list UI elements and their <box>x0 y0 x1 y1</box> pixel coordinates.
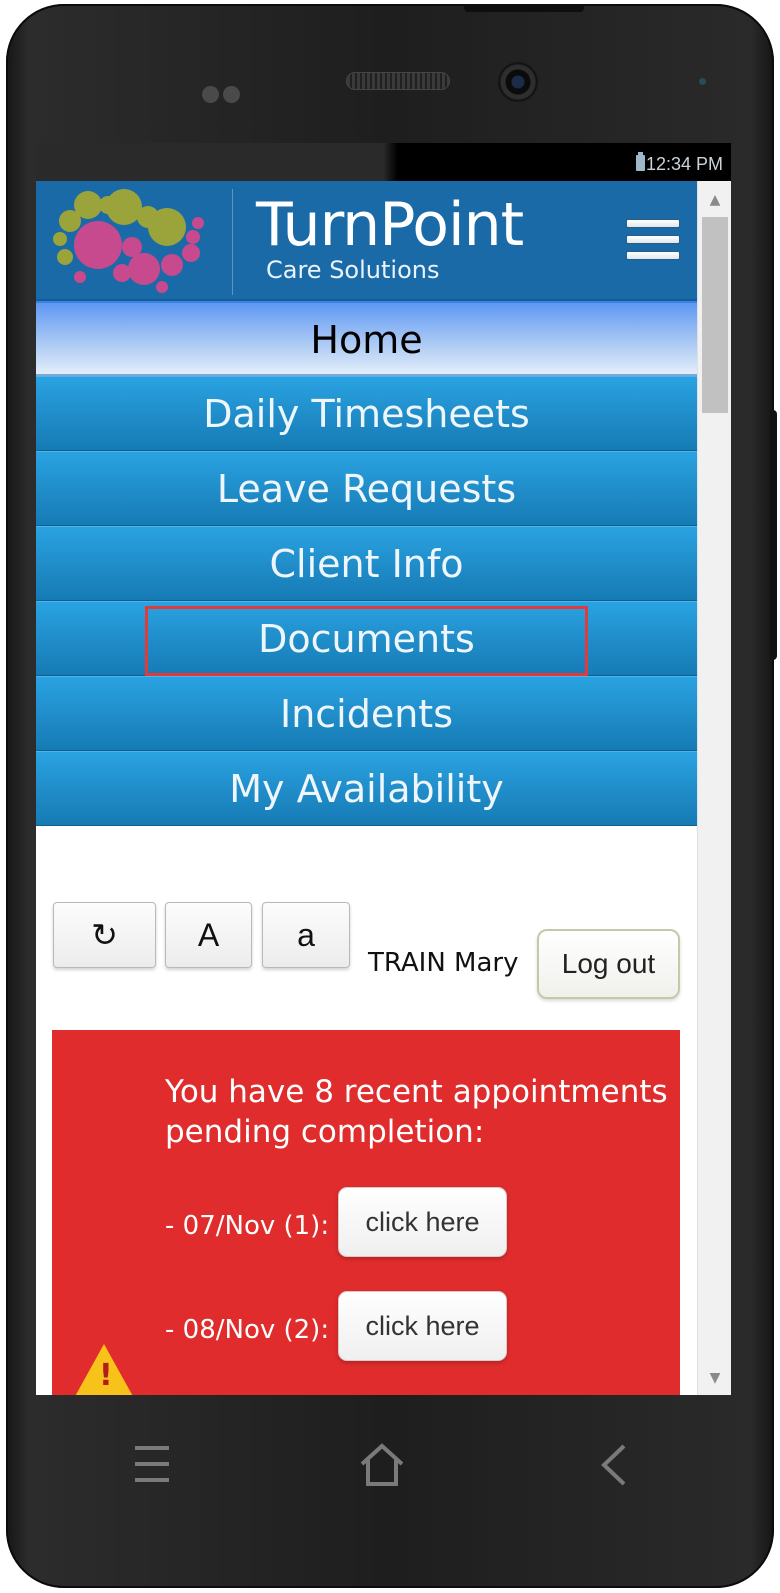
menu-item-label: Client Info <box>269 542 464 586</box>
main-menu: Home Daily Timesheets Leave Requests Cli… <box>36 301 697 826</box>
menu-item-my-availability[interactable]: My Availability <box>36 751 697 826</box>
menu-item-label: My Availability <box>229 767 504 811</box>
back-icon[interactable] <box>586 1440 646 1490</box>
proximity-sensor <box>699 78 706 85</box>
username: TRAIN Mary <box>368 948 519 978</box>
pending-appointments-alert: You have 8 recent appointments pending c… <box>52 1030 680 1395</box>
menu-item-label: Home <box>310 318 423 362</box>
menu-item-home[interactable]: Home <box>36 301 697 376</box>
earpiece-speaker <box>346 72 450 90</box>
warning-icon <box>73 1344 135 1395</box>
status-bar: 12:34 PM <box>36 143 731 181</box>
scrollbar[interactable]: ▲ ▼ <box>697 181 731 1395</box>
turnpoint-logo-icon <box>53 189 204 293</box>
menu-item-leave-requests[interactable]: Leave Requests <box>36 451 697 526</box>
logout-button[interactable]: Log out <box>537 929 680 999</box>
refresh-button[interactable]: ↻ <box>53 902 156 968</box>
menu-item-label: Documents <box>145 606 588 676</box>
click-here-button[interactable]: click here <box>338 1187 507 1257</box>
page-content: TurnPoint Care Solutions Home Daily Time… <box>36 181 697 1395</box>
menu-item-documents[interactable]: Documents <box>36 601 697 676</box>
toolbar: ↻ A a TRAIN Mary Log out <box>36 826 697 1030</box>
refresh-icon: ↻ <box>91 917 118 953</box>
font-size-increase-button[interactable]: A <box>165 902 252 968</box>
brand: TurnPoint Care Solutions <box>256 190 524 284</box>
top-button <box>464 4 584 12</box>
click-here-button[interactable]: click here <box>338 1291 507 1361</box>
alert-row-label: - 08/Nov (2): <box>165 1315 330 1345</box>
hamburger-menu-icon[interactable] <box>626 219 682 269</box>
logo-divider <box>232 189 233 295</box>
alert-message: You have 8 recent appointments pending c… <box>165 1074 668 1150</box>
home-icon[interactable] <box>352 1440 412 1490</box>
menu-item-client-info[interactable]: Client Info <box>36 526 697 601</box>
menu-item-label: Leave Requests <box>216 467 517 511</box>
brand-name: TurnPoint <box>256 190 524 260</box>
font-size-decrease-button[interactable]: a <box>262 902 350 968</box>
alert-row-label: - 07/Nov (1): <box>165 1211 330 1241</box>
app-header: TurnPoint Care Solutions <box>36 181 697 301</box>
front-camera-icon <box>498 62 538 102</box>
menu-item-incidents[interactable]: Incidents <box>36 676 697 751</box>
web-viewport[interactable]: TurnPoint Care Solutions Home Daily Time… <box>36 181 731 1395</box>
status-time: 12:34 PM <box>645 154 723 174</box>
menu-item-daily-timesheets[interactable]: Daily Timesheets <box>36 376 697 451</box>
menu-item-label: Incidents <box>279 692 454 736</box>
phone-screen: 12:34 PM TurnPoint Care Solutions Home D… <box>36 143 731 1395</box>
scroll-up-icon[interactable]: ▲ <box>698 187 731 213</box>
menu-item-label: Daily Timesheets <box>203 392 530 436</box>
side-button <box>770 410 777 660</box>
scroll-down-icon[interactable]: ▼ <box>698 1365 731 1391</box>
brand-subtitle: Care Solutions <box>266 256 440 284</box>
menu-icon[interactable] <box>122 1440 182 1490</box>
scroll-thumb[interactable] <box>702 217 728 413</box>
front-sensors <box>202 86 244 107</box>
battery-icon <box>636 152 645 171</box>
